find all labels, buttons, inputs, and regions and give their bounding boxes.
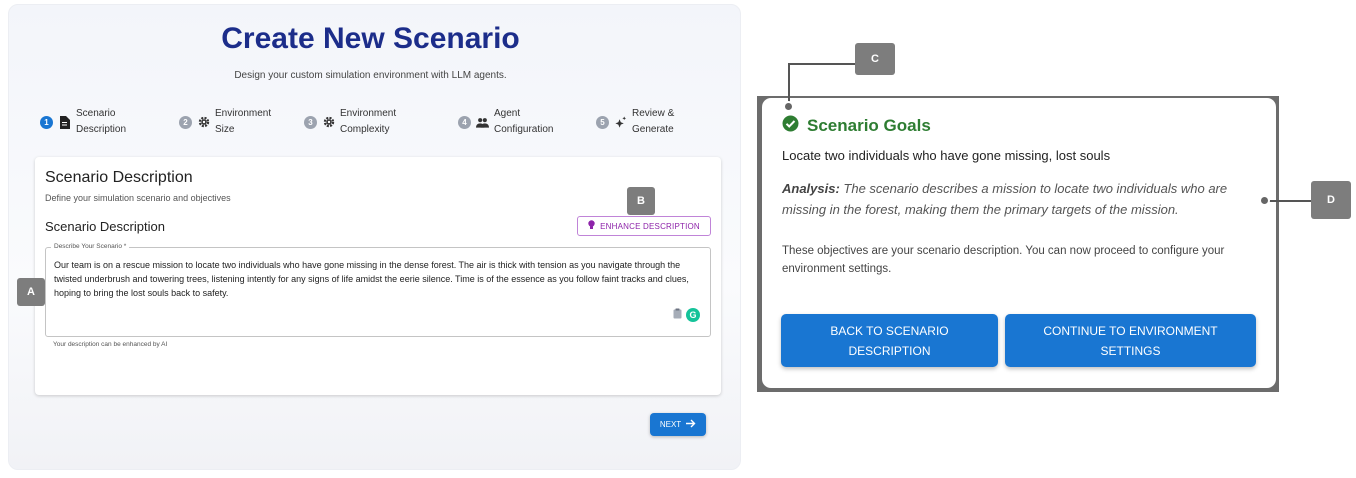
next-button[interactable]: NEXT — [650, 413, 706, 436]
callout-c-connector — [788, 63, 856, 65]
callout-c: C — [855, 43, 895, 75]
step-environment-complexity[interactable]: 3 Environment Complexity — [304, 106, 396, 138]
callout-d-connector — [1267, 200, 1311, 202]
sparkle-icon — [614, 115, 627, 129]
scenario-description-textarea[interactable]: Describe Your Scenario * Our team is on … — [45, 243, 711, 337]
step-label: Environment Size — [215, 108, 272, 135]
card-subtitle: Define your simulation scenario and obje… — [45, 193, 231, 203]
scenario-description-card: Scenario Description Define your simulat… — [35, 157, 721, 395]
step-agent-configuration[interactable]: 4 Agent Configuration — [458, 106, 553, 138]
enhance-description-label: ENHANCE DESCRIPTION — [600, 221, 700, 231]
grammarly-icon[interactable]: G — [686, 308, 700, 322]
gear-icon — [197, 116, 210, 129]
enhance-description-button[interactable]: ENHANCE DESCRIPTION — [577, 216, 711, 236]
callout-d-anchor — [1259, 195, 1270, 206]
check-circle-icon — [782, 115, 799, 137]
document-icon — [58, 115, 71, 129]
step-review-generate[interactable]: 5 Review & Generate — [596, 106, 674, 138]
back-to-scenario-button[interactable]: BACK TO SCENARIO DESCRIPTION — [781, 314, 998, 367]
callout-a: A — [17, 278, 45, 306]
dialog-title: Scenario Goals — [807, 116, 931, 135]
scenario-goals-dialog: Scenario Goals Locate two individuals wh… — [762, 98, 1276, 388]
step-number: 4 — [458, 115, 471, 129]
section-title: Scenario Description — [45, 219, 165, 234]
step-number: 3 — [304, 115, 317, 129]
callout-c-anchor — [783, 101, 794, 112]
callout-b: B — [627, 187, 655, 215]
step-label: Review & Generate — [632, 108, 675, 135]
step-number: 5 — [596, 115, 609, 129]
step-number: 1 — [40, 115, 53, 129]
step-scenario-description[interactable]: 1 Scenario Description — [40, 106, 126, 138]
field-value[interactable]: Our team is on a rescue mission to locat… — [54, 258, 702, 300]
analysis-text: Analysis: The scenario describes a missi… — [782, 178, 1267, 220]
step-label: Agent Configuration — [494, 108, 554, 135]
analysis-body: The scenario describes a mission to loca… — [782, 181, 1228, 217]
backdrop-text-fragment — [752, 322, 755, 333]
page-title: Create New Scenario — [221, 22, 520, 55]
lightbulb-icon — [588, 220, 595, 232]
screenshot-root: Create New Scenario Design your custom s… — [0, 0, 1356, 478]
step-label: Scenario Description — [76, 108, 127, 135]
people-icon — [476, 116, 489, 129]
card-title: Scenario Description — [45, 169, 193, 186]
dialog-note: These objectives are your scenario descr… — [782, 245, 1225, 275]
callout-c-connector — [788, 63, 790, 105]
field-icons: G — [673, 306, 700, 324]
analysis-label: Analysis: — [782, 181, 840, 196]
goal-text: Locate two individuals who have gone mis… — [782, 148, 1111, 163]
goals-header: Scenario Goals — [782, 115, 931, 137]
field-label: Describe Your Scenario * — [51, 243, 130, 250]
step-label: Environment Complexity — [340, 108, 397, 135]
callout-d: D — [1311, 181, 1351, 219]
helper-text: Your description can be enhanced by AI — [53, 341, 168, 348]
continue-to-environment-button[interactable]: CONTINUE TO ENVIRONMENT SETTINGS — [1005, 314, 1256, 367]
next-button-label: NEXT — [659, 420, 682, 429]
page-subtitle: Design your custom simulation environmen… — [234, 70, 507, 81]
arrow-right-icon — [686, 419, 696, 430]
gear-icon — [322, 116, 335, 129]
clipboard-icon[interactable] — [673, 306, 682, 324]
step-environment-size[interactable]: 2 Environment Size — [179, 106, 271, 138]
step-number: 2 — [179, 115, 192, 129]
